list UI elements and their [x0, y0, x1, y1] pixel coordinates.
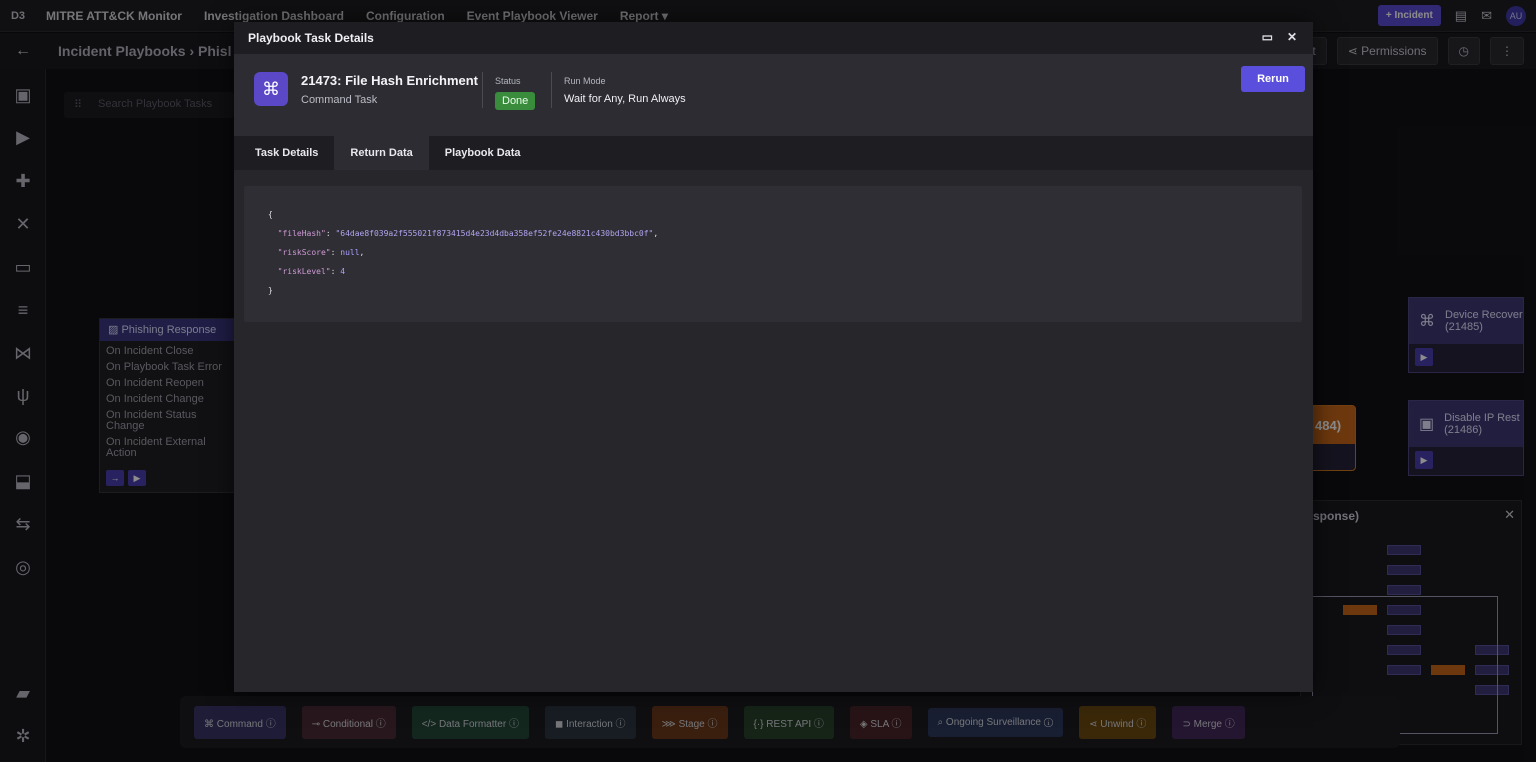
json-key: "fileHash" — [277, 229, 326, 238]
json-key: "riskLevel" — [277, 267, 331, 276]
tab-task-details[interactable]: Task Details — [234, 136, 334, 170]
json-value: null — [340, 248, 360, 257]
status-label: Status — [495, 76, 521, 86]
json-value: "64dae8f039a2f555021f873415d4e23d4dba358… — [335, 229, 654, 238]
dialog-title: Playbook Task Details — [248, 31, 374, 45]
playbook-task-details-dialog: Playbook Task Details ▭ ✕ ⌘ 21473: File … — [234, 22, 1313, 692]
tab-return-data[interactable]: Return Data — [334, 136, 429, 170]
divider — [482, 72, 483, 108]
json-value: 4 — [340, 267, 346, 276]
divider — [551, 72, 552, 108]
run-mode-label: Run Mode — [564, 76, 606, 86]
close-icon[interactable]: ✕ — [1287, 30, 1297, 44]
rerun-button[interactable]: Rerun — [1241, 66, 1305, 92]
json-open-brace: { — [268, 210, 273, 219]
return-data-json[interactable]: { "fileHash": "64dae8f039a2f555021f87341… — [244, 186, 1302, 322]
json-close-brace: } — [268, 286, 273, 295]
task-title: 21473: File Hash Enrichment — [301, 73, 479, 88]
maximize-icon[interactable]: ▭ — [1262, 30, 1273, 44]
run-mode-value: Wait for Any, Run Always — [564, 93, 686, 105]
tab-playbook-data[interactable]: Playbook Data — [429, 136, 537, 170]
json-key: "riskScore" — [277, 248, 331, 257]
status-badge: Done — [495, 92, 536, 110]
detail-tabs: Task Details Return Data Playbook Data — [234, 136, 1313, 170]
command-icon: ⌘ — [254, 72, 288, 106]
task-type: Command Task — [301, 94, 378, 106]
